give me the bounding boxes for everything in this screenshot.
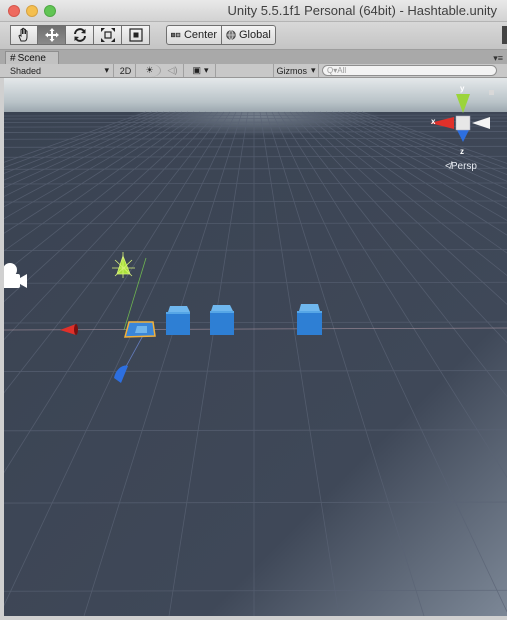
move-arrows-icon bbox=[44, 28, 59, 42]
scale-tool-button[interactable] bbox=[94, 25, 122, 45]
pivot-center-label: Center bbox=[183, 29, 217, 41]
shading-mode-dropdown[interactable]: Shaded ▾ bbox=[4, 64, 114, 77]
toolbar-edge bbox=[502, 26, 507, 44]
speaker-icon: ◁) bbox=[167, 65, 178, 75]
scene-viewport[interactable]: y x z ≮Persp bbox=[4, 78, 507, 616]
cube-3[interactable] bbox=[297, 304, 322, 335]
gizmo-z-label: z bbox=[460, 147, 464, 156]
tab-scene-label: Scene bbox=[17, 52, 46, 64]
transform-tools bbox=[10, 25, 150, 45]
pivot-global-toggle[interactable]: Global bbox=[222, 25, 276, 45]
pivot-center-icon bbox=[171, 32, 181, 38]
move-tool-button[interactable] bbox=[38, 25, 66, 45]
search-placeholder: Q▾All bbox=[327, 66, 347, 75]
globe-icon bbox=[226, 30, 236, 40]
scene-lighting-toggle[interactable]: ☀ bbox=[139, 64, 161, 77]
tab-scene[interactable]: # Scene bbox=[5, 51, 59, 64]
rect-tool-button[interactable] bbox=[122, 25, 150, 45]
gizmo-y-label: y bbox=[460, 84, 465, 93]
minimize-window-button[interactable] bbox=[26, 5, 38, 17]
chevron-down-icon: ▾ bbox=[203, 65, 209, 75]
scene-canvas[interactable] bbox=[4, 78, 507, 616]
image-effects-icon: ▣ bbox=[192, 65, 201, 75]
scene-grid-icon: # bbox=[10, 52, 16, 64]
sun-icon: ☀ bbox=[145, 65, 154, 75]
tab-bar: # Scene ▾≡ bbox=[0, 50, 507, 64]
bottom-border bbox=[0, 616, 507, 620]
pivot-center-toggle[interactable]: Center bbox=[166, 25, 222, 45]
scene-audio-toggle[interactable]: ◁) bbox=[162, 64, 184, 77]
projection-label: Persp bbox=[450, 161, 477, 172]
hand-tool-button[interactable] bbox=[10, 25, 38, 45]
2d-mode-label: 2D bbox=[119, 65, 132, 76]
tab-menu-icon[interactable]: ▾≡ bbox=[493, 53, 503, 64]
gizmos-dropdown[interactable]: Gizmos ▾ bbox=[273, 64, 319, 77]
chevron-down-icon: ▾ bbox=[104, 65, 109, 75]
selected-quad[interactable] bbox=[124, 321, 156, 338]
scene-toolbar: Shaded ▾ 2D ☀ ◁) ▣ ▾ Gizmos ▾ Q▾All bbox=[0, 64, 507, 78]
scene-search-input[interactable]: Q▾All bbox=[322, 65, 497, 76]
gizmo-center-cube[interactable] bbox=[455, 115, 471, 131]
rect-icon bbox=[128, 28, 143, 42]
title-bar: Unity 5.5.1f1 Personal (64bit) - Hashtab… bbox=[0, 0, 507, 22]
scale-icon bbox=[100, 28, 115, 42]
close-window-button[interactable] bbox=[8, 5, 20, 17]
unity-window: Unity 5.5.1f1 Personal (64bit) - Hashtab… bbox=[0, 0, 507, 620]
pivot-global-label: Global bbox=[239, 29, 271, 41]
cube-1[interactable] bbox=[166, 306, 190, 335]
scene-effects-dropdown[interactable]: ▣ ▾ bbox=[186, 64, 216, 77]
window-title: Unity 5.5.1f1 Personal (64bit) - Hashtab… bbox=[227, 3, 497, 18]
gizmos-label: Gizmos bbox=[276, 65, 307, 76]
main-toolbar: Center Global bbox=[0, 22, 507, 50]
maximize-window-button[interactable] bbox=[44, 5, 56, 17]
rotate-icon bbox=[73, 28, 86, 42]
shading-mode-label: Shaded bbox=[10, 65, 42, 76]
rotate-tool-button[interactable] bbox=[66, 25, 94, 45]
chevron-down-icon: ▾ bbox=[310, 65, 316, 75]
cube-2[interactable] bbox=[210, 305, 234, 335]
hand-icon bbox=[18, 27, 28, 42]
gizmo-x-label: x bbox=[431, 117, 436, 126]
2d-mode-toggle[interactable]: 2D bbox=[116, 64, 136, 77]
gizmo-lock-icon[interactable] bbox=[489, 90, 494, 95]
projection-toggle[interactable]: ≮Persp bbox=[445, 161, 477, 172]
